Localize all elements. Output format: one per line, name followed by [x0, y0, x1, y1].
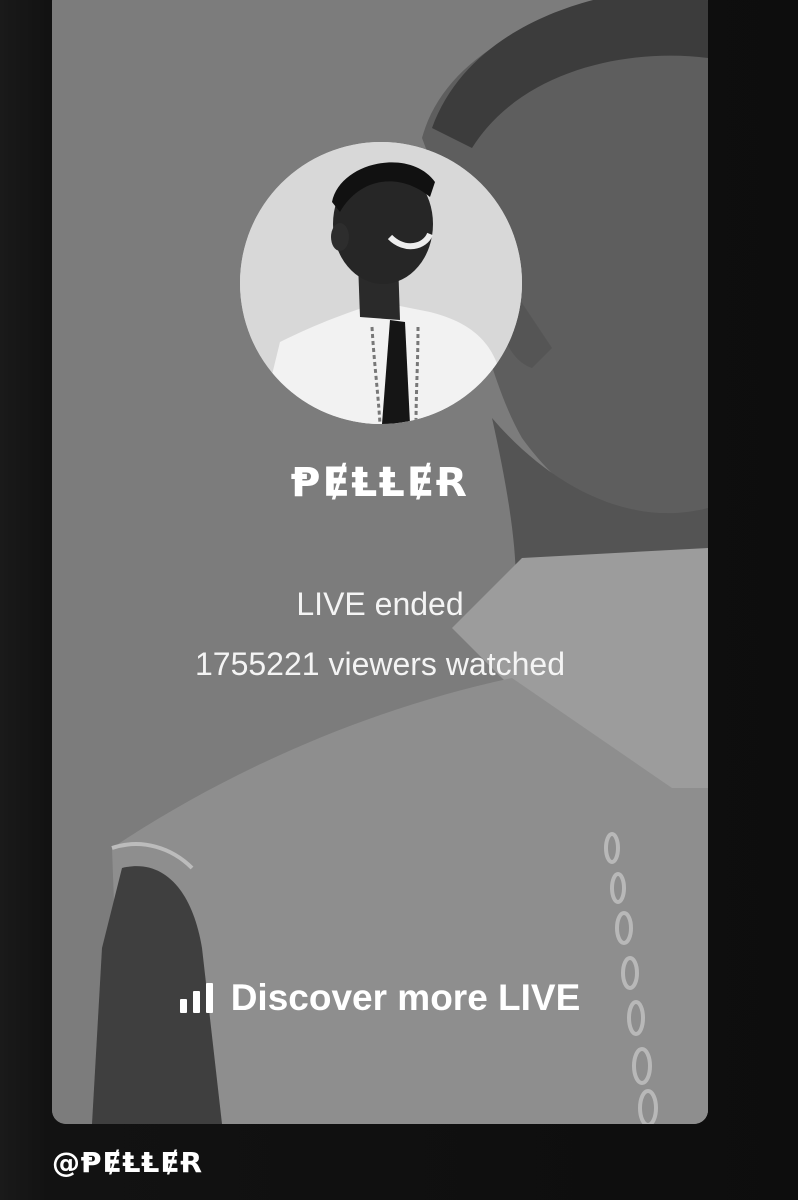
bar-chart-icon — [179, 983, 213, 1013]
viewer-count-text: 1755221 viewers watched — [194, 646, 565, 682]
host-name: ⱣɆⱠⱠɆɌ — [291, 460, 469, 506]
live-ended-card[interactable]: ⱣɆⱠⱠɆɌ LIVE ended 1755221 viewers watche… — [52, 0, 708, 1124]
discover-more-live-button[interactable]: Discover more LIVE — [160, 968, 600, 1028]
host-avatar-photo — [240, 142, 522, 424]
live-ended-screen: ⱣɆⱠⱠɆɌ LIVE ended 1755221 viewers watche… — [0, 0, 798, 1200]
live-status-text: LIVE ended — [296, 586, 464, 622]
creator-handle[interactable]: @ⱣɆⱠⱠɆɌ — [52, 1146, 203, 1179]
host-avatar[interactable] — [240, 142, 522, 424]
discover-more-live-label: Discover more LIVE — [230, 977, 581, 1018]
